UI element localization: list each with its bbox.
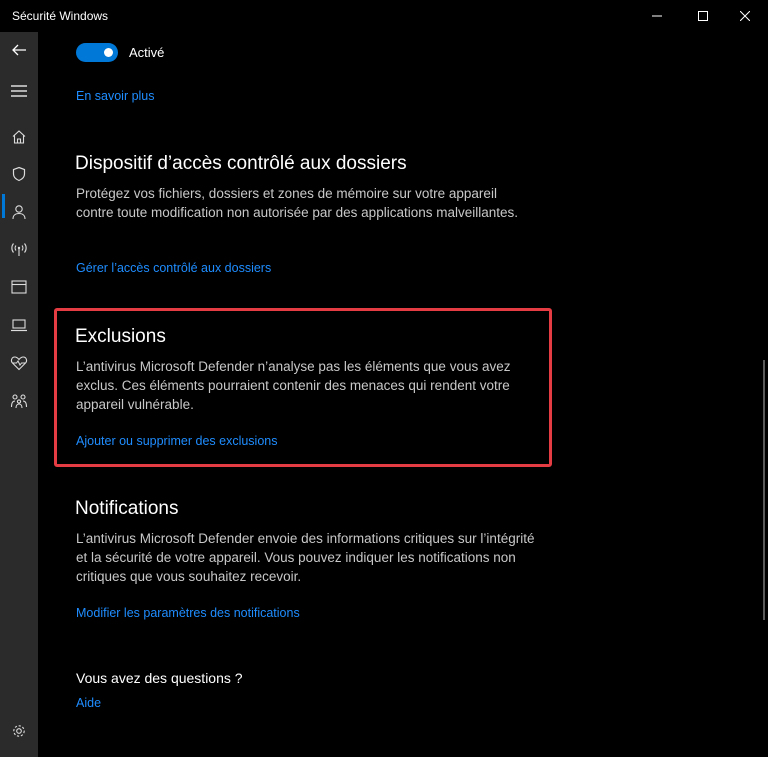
close-icon (740, 11, 750, 21)
family-icon (10, 394, 28, 409)
back-button[interactable] (0, 32, 38, 68)
heart-icon (10, 356, 28, 371)
sidebar-item-virus-protection[interactable] (0, 156, 38, 192)
scrollbar[interactable] (763, 360, 765, 620)
close-button[interactable] (722, 0, 768, 32)
hamburger-menu-icon (11, 85, 27, 97)
exclusions-description: L’antivirus Microsoft Defender n’analyse… (76, 359, 511, 412)
back-arrow-icon (12, 44, 26, 56)
wifi-antenna-icon (11, 243, 27, 256)
sidebar (0, 32, 38, 757)
sidebar-item-account[interactable] (0, 194, 38, 230)
learn-more-link[interactable]: En savoir plus (76, 89, 155, 103)
sidebar-item-home[interactable] (0, 119, 38, 155)
maximize-icon (698, 11, 708, 21)
controlled-folder-description: Protégez vos fichiers, dossiers et zones… (76, 186, 519, 220)
controlled-folder-heading: Dispositif d’accès contrôlé aux dossiers (75, 153, 407, 174)
sidebar-item-device-health[interactable] (0, 345, 38, 381)
exclusions-heading: Exclusions (75, 326, 166, 347)
menu-button[interactable] (0, 73, 38, 109)
laptop-icon (11, 319, 27, 332)
minimize-button[interactable] (634, 0, 680, 32)
window-title: Sécurité Windows (12, 9, 109, 23)
toggle-label: Activé (129, 45, 165, 60)
sidebar-item-family-options[interactable] (0, 383, 38, 419)
sidebar-item-firewall[interactable] (0, 231, 38, 267)
questions-heading: Vous avez des questions ? (76, 670, 243, 686)
add-remove-exclusions-link[interactable]: Ajouter ou supprimer des exclusions (76, 434, 278, 448)
app-browser-icon (11, 280, 27, 294)
home-icon (12, 130, 26, 144)
help-link[interactable]: Aide (76, 696, 101, 710)
notification-settings-link[interactable]: Modifier les paramètres des notification… (76, 606, 300, 620)
sidebar-item-settings[interactable] (0, 713, 38, 749)
minimize-icon (652, 15, 662, 17)
maximize-button[interactable] (680, 0, 726, 32)
manage-controlled-folder-link[interactable]: Gérer l’accès contrôlé aux dossiers (76, 261, 271, 275)
sidebar-item-app-browser[interactable] (0, 269, 38, 305)
toggle-knob (104, 48, 113, 57)
gear-icon (13, 725, 25, 737)
real-time-protection-toggle[interactable] (76, 43, 118, 62)
title-bar: Sécurité Windows (0, 0, 768, 32)
person-icon (12, 205, 26, 220)
notifications-heading: Notifications (75, 498, 179, 519)
shield-icon (12, 166, 26, 182)
notifications-description: L’antivirus Microsoft Defender envoie de… (76, 531, 535, 584)
sidebar-item-device-security[interactable] (0, 307, 38, 343)
